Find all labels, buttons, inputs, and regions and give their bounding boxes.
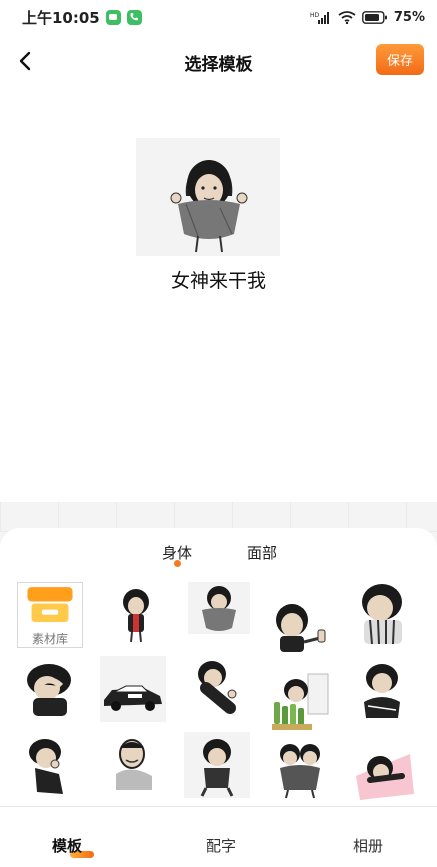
- template-thumbnail[interactable]: [268, 736, 334, 802]
- template-thumbnail[interactable]: [17, 658, 83, 724]
- material-library-button[interactable]: 素材库: [17, 582, 83, 648]
- nav-add-text[interactable]: 配字: [206, 835, 236, 856]
- template-thumbnail[interactable]: [186, 656, 252, 722]
- template-thumbnail[interactable]: [184, 732, 250, 798]
- template-thumbnail[interactable]: [350, 736, 416, 802]
- template-thumbnail[interactable]: [186, 580, 252, 646]
- page-title: 选择模板: [184, 55, 253, 75]
- status-time: 上午10:05: [22, 8, 100, 27]
- template-preview-image: [136, 138, 280, 256]
- status-bar: 上午10:05 HD 75%: [0, 0, 437, 34]
- network-label: HD: [310, 12, 320, 19]
- nav-album[interactable]: 相册: [353, 835, 383, 856]
- wifi-icon: [338, 10, 356, 24]
- top-bar: 选择模板 保存: [0, 40, 437, 82]
- save-button[interactable]: 保存: [376, 44, 424, 75]
- store-icon: [27, 587, 73, 622]
- template-thumbnail[interactable]: [350, 658, 416, 724]
- bottom-nav: 模板 配字 相册: [0, 806, 437, 867]
- template-thumbnail[interactable]: [268, 668, 334, 734]
- tab-face[interactable]: 面部: [247, 542, 277, 563]
- preview-caption: 女神来干我: [170, 270, 266, 292]
- template-thumbnail[interactable]: [100, 656, 166, 722]
- material-library-label: 素材库: [31, 632, 68, 646]
- nav-template[interactable]: 模板: [52, 835, 82, 856]
- template-thumbnail[interactable]: [350, 580, 416, 646]
- template-thumbnail[interactable]: [102, 734, 168, 800]
- template-thumbnail[interactable]: [268, 592, 334, 658]
- message-app-icon: [105, 9, 121, 25]
- template-thumbnail[interactable]: [102, 580, 168, 646]
- phone-app-icon: [126, 9, 142, 25]
- active-tab-indicator: [174, 560, 181, 567]
- battery-level: 75%: [393, 9, 425, 25]
- signal-icon: HD: [310, 11, 329, 24]
- template-thumbnail[interactable]: [17, 734, 83, 800]
- status-right: HD 75%: [310, 10, 425, 25]
- category-tabs: 身体 面部: [0, 540, 437, 570]
- battery-icon: [361, 10, 387, 24]
